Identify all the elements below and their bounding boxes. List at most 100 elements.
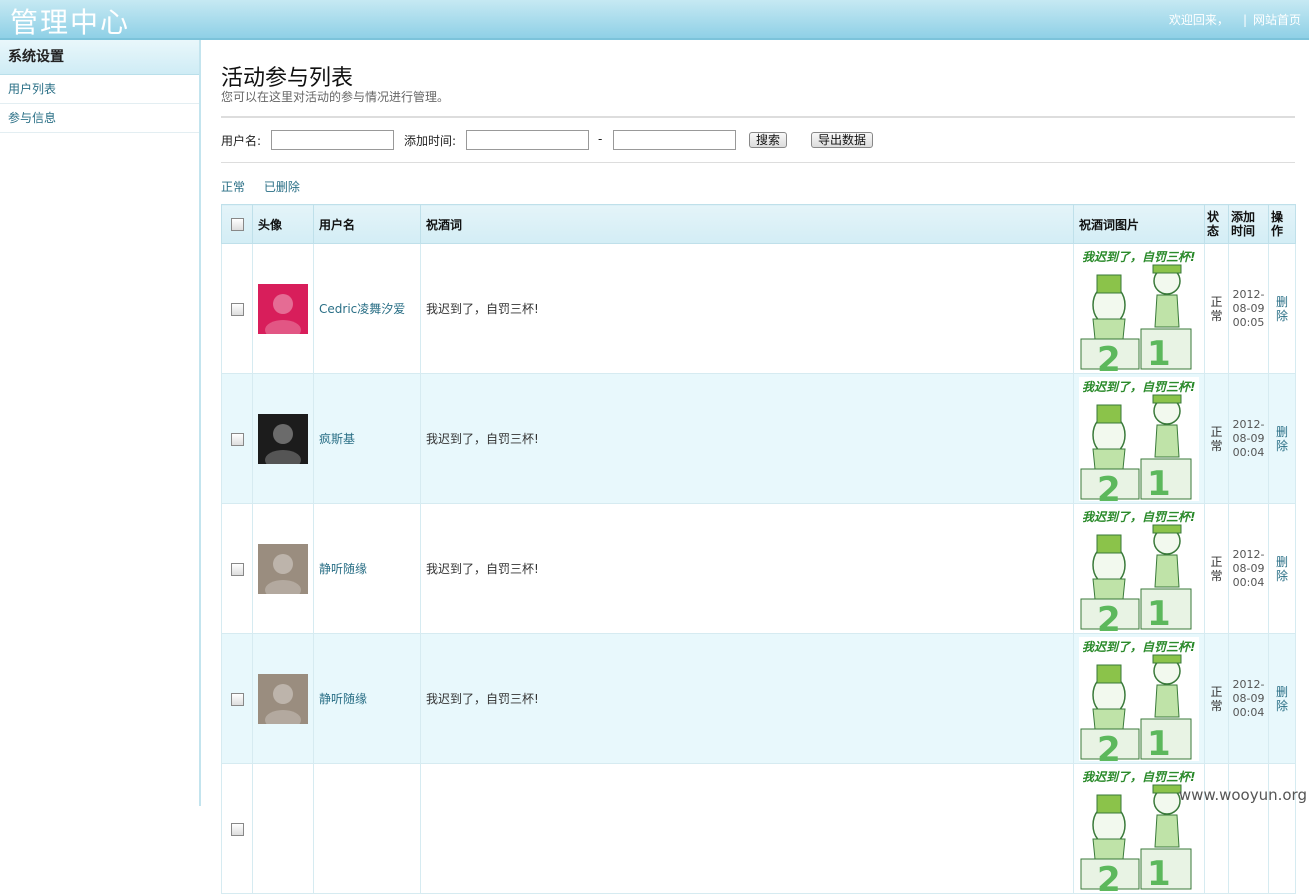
time-cell: 2012-08-09 00:04 xyxy=(1228,503,1269,634)
action-cell xyxy=(1268,763,1296,894)
row-checkbox[interactable] xyxy=(230,432,244,446)
username-input[interactable] xyxy=(271,130,394,150)
table-row: 静听随缘 我迟到了，自罚三杯! 我迟到了，自罚三杯! 1 2 正常 2012-0… xyxy=(221,503,1296,634)
svg-text:2: 2 xyxy=(1097,860,1121,891)
svg-text:我迟到了，自罚三杯!: 我迟到了，自罚三杯! xyxy=(1082,770,1195,784)
username-link[interactable]: 静听随缘 xyxy=(319,692,367,706)
time-range-dash: - xyxy=(598,132,603,146)
time-text: 00:05 xyxy=(1232,315,1265,329)
avatar xyxy=(258,413,308,464)
username-cell: 疯斯基 xyxy=(313,373,421,504)
toast-text: 我迟到了，自罚三杯! xyxy=(426,432,539,446)
row-checkbox-cell xyxy=(221,503,253,634)
divider xyxy=(221,162,1295,163)
table-header-row: 头像 用户名 祝酒词 祝酒词图片 状态 添加时间 操作 xyxy=(221,204,1296,244)
date-text: 2012-08-09 xyxy=(1232,547,1265,575)
avatar-cell xyxy=(252,373,314,504)
status-cell: 正常 xyxy=(1204,633,1229,764)
column-header-toast-image: 祝酒词图片 xyxy=(1073,204,1205,244)
date-text: 2012-08-09 xyxy=(1232,417,1265,445)
time-cell: 2012-08-09 00:05 xyxy=(1228,243,1269,374)
column-header-action: 操作 xyxy=(1268,204,1296,244)
row-checkbox[interactable] xyxy=(230,302,244,316)
action-cell: 删除 xyxy=(1268,373,1296,504)
date-text: 2012-08-09 xyxy=(1232,287,1265,315)
row-checkbox[interactable] xyxy=(230,822,244,836)
status-text: 正常 xyxy=(1210,554,1223,583)
avatar-cell xyxy=(252,503,314,634)
participation-table: 头像 用户名 祝酒词 祝酒词图片 状态 添加时间 操作 Cedric凌舞汐爱 我… xyxy=(221,204,1296,894)
toast-cell: 我迟到了，自罚三杯! xyxy=(420,373,1074,504)
export-data-button[interactable]: 导出数据 xyxy=(811,132,874,148)
username-link[interactable]: 疯斯基 xyxy=(319,432,355,446)
watermark: www.wooyun.org xyxy=(1178,786,1307,804)
username-cell: 静听随缘 xyxy=(313,503,421,634)
username-cell: Cedric凌舞汐爱 xyxy=(313,243,421,374)
status-filters: 正常 已删除 xyxy=(221,178,315,195)
action-cell: 删除 xyxy=(1268,503,1296,634)
delete-link[interactable]: 删除 xyxy=(1276,425,1288,453)
time-text: 00:04 xyxy=(1232,575,1265,589)
search-button[interactable]: 搜索 xyxy=(749,132,788,148)
select-all-cell xyxy=(221,204,253,244)
row-checkbox-cell xyxy=(221,243,253,374)
toast-image-cell: 我迟到了，自罚三杯! 1 2 xyxy=(1073,503,1205,634)
row-checkbox[interactable] xyxy=(230,562,244,576)
svg-text:1: 1 xyxy=(1147,594,1171,631)
avatar xyxy=(258,803,308,854)
status-cell: 正常 xyxy=(1204,243,1229,374)
username-label: 用户名: xyxy=(221,134,262,148)
row-checkbox[interactable] xyxy=(230,692,244,706)
column-header-toast: 祝酒词 xyxy=(420,204,1074,244)
svg-text:2: 2 xyxy=(1097,340,1121,371)
time-end-input[interactable] xyxy=(613,130,736,150)
sidebar-item-participation[interactable]: 参与信息 xyxy=(0,104,199,133)
delete-link[interactable]: 删除 xyxy=(1276,685,1288,713)
page-subtitle: 您可以在这里对活动的参与情况进行管理。 xyxy=(221,90,450,104)
welcome-text: 欢迎回来， xyxy=(1168,13,1229,27)
action-cell: 删除 xyxy=(1268,243,1296,374)
toast-cell: 我迟到了，自罚三杯! xyxy=(420,503,1074,634)
row-checkbox-cell xyxy=(221,633,253,764)
select-all-checkbox[interactable] xyxy=(230,218,244,231)
divider xyxy=(221,116,1295,118)
toast-text: 我迟到了，自罚三杯! xyxy=(426,692,539,706)
svg-text:我迟到了，自罚三杯!: 我迟到了，自罚三杯! xyxy=(1082,510,1195,524)
time-start-input[interactable] xyxy=(466,130,589,150)
delete-link[interactable]: 删除 xyxy=(1276,295,1288,323)
filter-deleted-link[interactable]: 已删除 xyxy=(264,180,300,194)
site-home-link[interactable]: 网站首页 xyxy=(1253,13,1301,27)
avatar xyxy=(258,283,308,334)
avatar xyxy=(258,673,308,724)
status-text: 正常 xyxy=(1210,294,1223,323)
svg-text:1: 1 xyxy=(1147,334,1171,371)
row-checkbox-cell xyxy=(221,763,253,894)
username-link[interactable]: Cedric凌舞汐爱 xyxy=(319,302,405,316)
column-header-status: 状态 xyxy=(1204,204,1229,244)
top-header: 管理中心 欢迎回来， | 网站首页 xyxy=(0,0,1309,40)
svg-text:我迟到了，自罚三杯!: 我迟到了，自罚三杯! xyxy=(1082,640,1195,654)
toast-text: 我迟到了，自罚三杯! xyxy=(426,562,539,576)
svg-text:2: 2 xyxy=(1097,600,1121,631)
svg-text:2: 2 xyxy=(1097,470,1121,501)
admin-logo: 管理中心 xyxy=(10,6,131,39)
toast-cell: 我迟到了，自罚三杯! xyxy=(420,243,1074,374)
svg-text:我迟到了，自罚三杯!: 我迟到了，自罚三杯! xyxy=(1082,250,1195,264)
sidebar-item-user-list[interactable]: 用户列表 xyxy=(0,75,199,104)
username-link[interactable]: 静听随缘 xyxy=(319,562,367,576)
search-bar: 用户名: 添加时间: - 搜索 导出数据 xyxy=(221,129,1295,153)
toast-image-cell: 我迟到了，自罚三杯! 1 2 xyxy=(1073,243,1205,374)
username-cell xyxy=(313,763,421,894)
toast-image-cell: 我迟到了，自罚三杯! 1 2 xyxy=(1073,633,1205,764)
filter-normal-link[interactable]: 正常 xyxy=(221,180,245,194)
delete-link[interactable]: 删除 xyxy=(1276,555,1288,583)
toast-image-cell: 我迟到了，自罚三杯! 1 2 xyxy=(1073,373,1205,504)
date-text: 2012-08-09 xyxy=(1232,677,1265,705)
table-row: 静听随缘 我迟到了，自罚三杯! 我迟到了，自罚三杯! 1 2 正常 2012-0… xyxy=(221,633,1296,764)
status-text: 正常 xyxy=(1210,424,1223,453)
table-row: 疯斯基 我迟到了，自罚三杯! 我迟到了，自罚三杯! 1 2 正常 2012-08… xyxy=(221,373,1296,504)
time-text: 00:04 xyxy=(1232,705,1265,719)
avatar-cell xyxy=(252,763,314,894)
time-cell: 2012-08-09 00:04 xyxy=(1228,373,1269,504)
username-cell: 静听随缘 xyxy=(313,633,421,764)
